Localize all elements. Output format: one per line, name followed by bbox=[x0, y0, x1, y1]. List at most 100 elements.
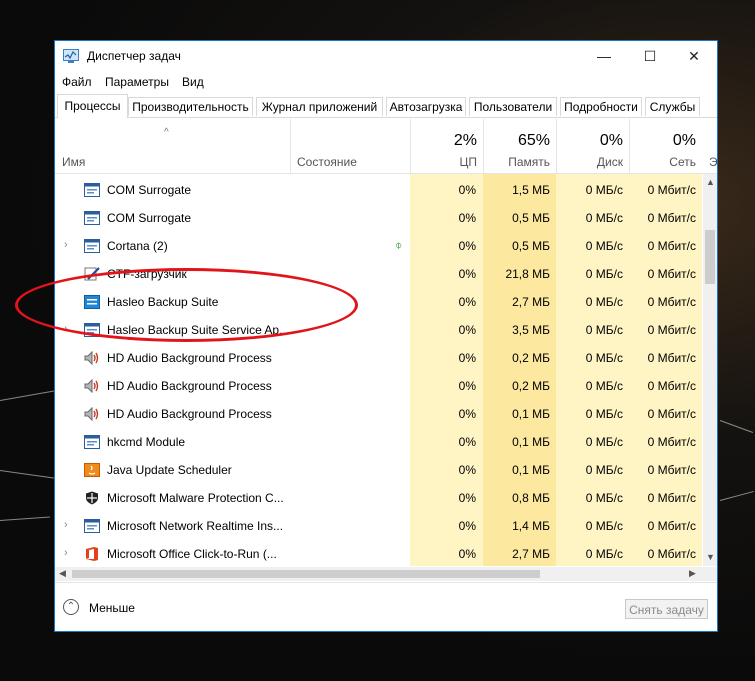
sort-indicator-icon: ^ bbox=[164, 127, 169, 138]
process-row[interactable]: › Hasleo Backup Suite Service Ap... 0% 3,5 … bbox=[55, 316, 702, 344]
process-row[interactable]: HD Audio Background Process 0% 0,1 МБ 0 МБ/… bbox=[55, 400, 702, 428]
title-bar[interactable]: Диспетчер задач — ☐ ✕ bbox=[55, 41, 717, 71]
column-header: ^ Имя Состояние 2% ЦП 65% Память 0% Диск… bbox=[55, 119, 718, 174]
column-status-header[interactable]: Состояние bbox=[290, 119, 410, 173]
disk-value: 0 МБ/с bbox=[585, 463, 623, 477]
minimize-button[interactable]: — bbox=[581, 41, 627, 71]
process-name: HD Audio Background Process bbox=[107, 351, 272, 365]
memory-value: 2,7 МБ bbox=[512, 547, 550, 561]
column-memory[interactable]: 65% Память bbox=[483, 119, 556, 173]
shield-icon bbox=[84, 491, 100, 505]
process-row[interactable]: HD Audio Background Process 0% 0,2 МБ 0 МБ/… bbox=[55, 372, 702, 400]
disk-value: 0 МБ/с bbox=[585, 295, 623, 309]
expand-chevron-icon[interactable]: › bbox=[64, 519, 68, 531]
suspended-leaf-icon: ⌽ bbox=[395, 238, 403, 252]
menu-file[interactable]: Файл bbox=[62, 75, 92, 89]
horizontal-scrollbar[interactable]: ◀ ▶ bbox=[55, 567, 703, 581]
maximize-button[interactable]: ☐ bbox=[627, 41, 673, 71]
task-manager-window: Диспетчер задач — ☐ ✕ Файл Параметры Вид… bbox=[54, 40, 718, 632]
process-row[interactable]: Hasleo Backup Suite 0% 2,7 МБ 0 МБ/с 0 Мбит/… bbox=[55, 288, 702, 316]
process-name: Microsoft Malware Protection C... bbox=[107, 491, 284, 505]
cpu-value: 0% bbox=[458, 239, 476, 253]
tab-processes[interactable]: Процессы bbox=[57, 94, 128, 118]
process-name: HD Audio Background Process bbox=[107, 407, 272, 421]
window-icon bbox=[84, 239, 100, 253]
memory-value: 0,5 МБ bbox=[512, 239, 550, 253]
column-cpu[interactable]: 2% ЦП bbox=[410, 119, 483, 173]
process-name: Hasleo Backup Suite bbox=[107, 295, 219, 309]
chevron-up-circle-icon[interactable]: ⌃ bbox=[63, 599, 79, 615]
column-name[interactable]: Имя bbox=[62, 155, 85, 169]
fewer-details-link[interactable]: Меньше bbox=[89, 601, 135, 615]
process-name: Microsoft Network Realtime Ins... bbox=[107, 519, 284, 533]
disk-total: 0% bbox=[599, 132, 623, 149]
tab-startup[interactable]: Автозагрузка bbox=[386, 97, 466, 116]
process-row[interactable]: COM Surrogate 0% 0,5 МБ 0 МБ/с 0 Мбит/с bbox=[55, 204, 702, 232]
scroll-right-icon[interactable]: ▶ bbox=[689, 568, 696, 579]
cpu-value: 0% bbox=[458, 295, 476, 309]
cpu-value: 0% bbox=[458, 407, 476, 421]
network-total: 0% bbox=[672, 132, 696, 149]
scroll-left-icon[interactable]: ◀ bbox=[59, 568, 66, 579]
process-row[interactable]: Java Update Scheduler 0% 0,1 МБ 0 МБ/с 0 Мби… bbox=[55, 456, 702, 484]
disk-value: 0 МБ/с bbox=[585, 547, 623, 561]
process-row[interactable]: › Cortana (2) ⌽ 0% 0,5 МБ 0 МБ/с 0 Мбит/с bbox=[55, 232, 702, 260]
close-button[interactable]: ✕ bbox=[671, 41, 717, 71]
cpu-value: 0% bbox=[458, 463, 476, 477]
memory-label: Память bbox=[508, 155, 550, 169]
disk-value: 0 МБ/с bbox=[585, 267, 623, 281]
window-icon bbox=[84, 435, 100, 449]
cpu-total: 2% bbox=[453, 132, 477, 149]
menu-options[interactable]: Параметры bbox=[105, 75, 169, 89]
menu-view[interactable]: Вид bbox=[182, 75, 204, 89]
process-row[interactable]: COM Surrogate 0% 1,5 МБ 0 МБ/с 0 Мбит/с bbox=[55, 176, 702, 204]
expand-chevron-icon[interactable]: › bbox=[64, 239, 68, 251]
tab-app-history[interactable]: Журнал приложений bbox=[256, 97, 383, 116]
expand-chevron-icon[interactable]: › bbox=[64, 547, 68, 559]
memory-value: 2,7 МБ bbox=[512, 295, 550, 309]
tab-strip: Процессы Производительность Журнал прило… bbox=[55, 94, 717, 118]
scroll-down-icon[interactable]: ▼ bbox=[706, 552, 715, 562]
end-task-button[interactable]: Снять задачу bbox=[625, 599, 708, 619]
vertical-scrollbar[interactable]: ▲ ▼ bbox=[703, 174, 717, 566]
memory-value: 21,8 МБ bbox=[505, 267, 550, 281]
memory-value: 0,1 МБ bbox=[512, 435, 550, 449]
cpu-value: 0% bbox=[458, 519, 476, 533]
expand-chevron-icon[interactable]: › bbox=[64, 323, 68, 335]
tab-services[interactable]: Службы bbox=[645, 97, 700, 116]
memory-value: 0,8 МБ bbox=[512, 491, 550, 505]
network-value: 0 Мбит/с bbox=[647, 379, 696, 393]
process-name: Cortana (2) bbox=[107, 239, 168, 253]
menu-bar: Файл Параметры Вид bbox=[55, 72, 717, 92]
disk-value: 0 МБ/с bbox=[585, 491, 623, 505]
scroll-up-icon[interactable]: ▲ bbox=[706, 177, 715, 187]
process-name: CTF-загрузчик bbox=[107, 267, 187, 281]
minimize-icon: — bbox=[597, 48, 611, 64]
vertical-scroll-thumb[interactable] bbox=[705, 230, 715, 284]
column-network[interactable]: 0% Сеть bbox=[629, 119, 702, 173]
process-row[interactable]: hkcmd Module 0% 0,1 МБ 0 МБ/с 0 Мбит/с bbox=[55, 428, 702, 456]
memory-value: 1,5 МБ bbox=[512, 183, 550, 197]
window-icon bbox=[84, 211, 100, 225]
column-disk[interactable]: 0% Диск bbox=[556, 119, 629, 173]
disk-value: 0 МБ/с bbox=[585, 239, 623, 253]
tab-details[interactable]: Подробности bbox=[560, 97, 642, 116]
process-row[interactable]: › Microsoft Office Click-to-Run (... 0% 2,7… bbox=[55, 540, 702, 566]
column-status: Состояние bbox=[297, 155, 357, 169]
process-name: Java Update Scheduler bbox=[107, 463, 232, 477]
pen-icon bbox=[84, 267, 100, 281]
cpu-label: ЦП bbox=[459, 155, 477, 169]
process-row[interactable]: CTF-загрузчик 0% 21,8 МБ 0 МБ/с 0 Мбит/с bbox=[55, 260, 702, 288]
process-name: hkcmd Module bbox=[107, 435, 186, 449]
process-row[interactable]: › Microsoft Network Realtime Ins... 0% 1,4 … bbox=[55, 512, 702, 540]
disk-value: 0 МБ/с bbox=[585, 379, 623, 393]
process-row[interactable]: HD Audio Background Process 0% 0,2 МБ 0 МБ/… bbox=[55, 344, 702, 372]
window-icon bbox=[84, 183, 100, 197]
column-more-truncated: Э bbox=[709, 155, 718, 169]
tab-performance[interactable]: Производительность bbox=[128, 97, 253, 116]
backup-app-icon bbox=[84, 295, 100, 309]
process-row[interactable]: Microsoft Malware Protection C... 0% 0,8 М… bbox=[55, 484, 702, 512]
tab-users[interactable]: Пользователи bbox=[469, 97, 557, 116]
scroll-corner bbox=[703, 567, 717, 581]
horizontal-scroll-thumb[interactable] bbox=[72, 570, 540, 578]
